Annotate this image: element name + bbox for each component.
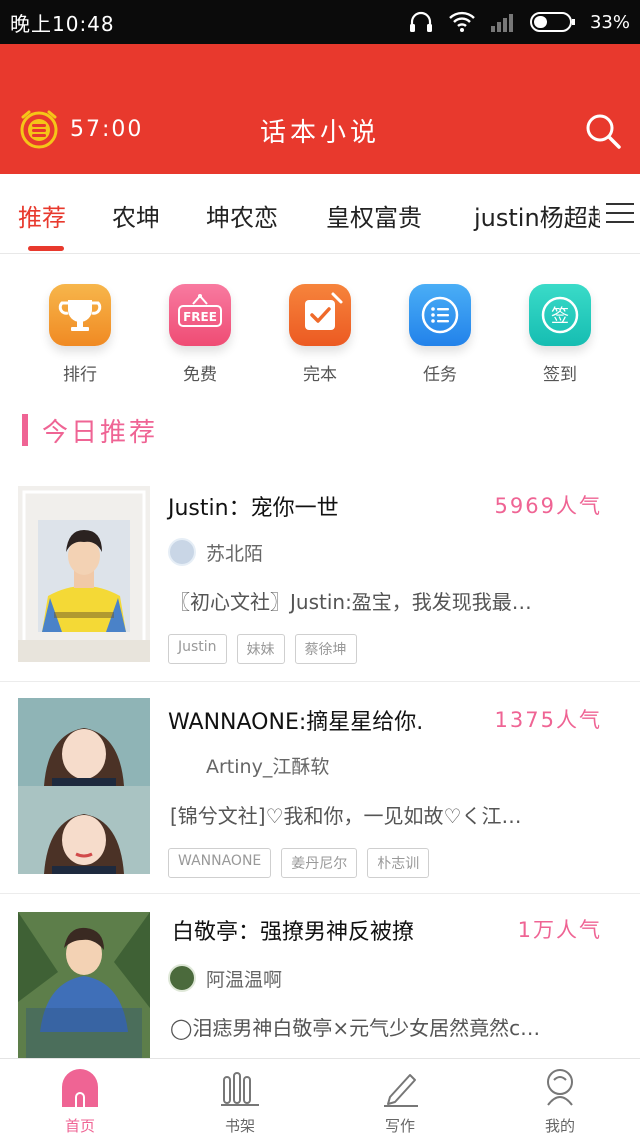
tab-recommend[interactable]: 推荐 — [18, 198, 66, 233]
book-title: 白敬亭：强撩男神反被撩 — [172, 920, 415, 945]
book-title: WANNAONE:摘星星给你. — [168, 710, 424, 735]
home-icon — [60, 1067, 100, 1107]
book-list-item[interactable]: WANNAONE:摘星星给你. 1375人气 Artiny_江酥软 [锦兮文社]… — [0, 682, 640, 894]
quick-link-label: 签到 — [543, 365, 577, 385]
nav-label: 书架 — [224, 1117, 255, 1135]
free-badge-text: FREE — [183, 310, 217, 324]
author-name: 阿温温啊 — [206, 968, 283, 991]
book-tags: WANNAONE 姜丹尼尔 朴志训 — [168, 848, 430, 878]
quick-link-completed[interactable]: 完本 — [280, 284, 360, 385]
book-popularity: 1375人气 — [494, 708, 602, 732]
book-author[interactable]: 阿温温啊 — [168, 964, 282, 992]
book-tag[interactable]: WANNAONE — [168, 848, 272, 878]
book-popularity: 1万人气 — [517, 918, 602, 942]
checkmark-icon — [289, 284, 351, 346]
book-title: Justin：宠你一世 — [168, 496, 339, 521]
book-list-item[interactable]: 白敬亭：强撩男神反被撩 1万人气 阿温温啊 ◯泪痣男神白敬亭×元气少女居然竟然c… — [0, 894, 640, 1058]
book-author[interactable]: Artiny_江酥软 — [206, 752, 329, 779]
status-icons: 33% — [408, 9, 630, 35]
book-list-item[interactable]: Justin：宠你一世 5969人气 苏北陌 〖初心文社〗Justin:盈宝，我… — [0, 474, 640, 682]
book-tags: Justin 妹妹 蔡徐坤 — [168, 634, 357, 664]
active-tab-indicator — [28, 246, 64, 251]
battery-percent: 33% — [589, 11, 630, 33]
book-cover[interactable] — [18, 698, 150, 874]
bottom-navigation: 首页 书架 写作 我的 — [0, 1058, 640, 1138]
book-tag[interactable]: 朴志训 — [367, 848, 430, 878]
status-time: 晚上10:48 — [10, 12, 115, 36]
battery-icon — [529, 12, 575, 32]
wifi-icon — [449, 11, 475, 32]
book-tag[interactable]: 蔡徐坤 — [294, 634, 357, 664]
book-cover[interactable] — [18, 486, 150, 662]
status-bar: 晚上10:48 33% — [0, 0, 640, 44]
book-description: ◯泪痣男神白敬亭×元气少女居然竟然c… — [170, 1016, 541, 1040]
profile-icon — [540, 1067, 580, 1107]
book-tag[interactable]: 姜丹尼尔 — [281, 848, 358, 878]
headset-icon — [409, 11, 432, 32]
quick-link-label: 排行 — [63, 365, 97, 385]
nav-label: 我的 — [544, 1117, 575, 1135]
app-title: 话本小说 — [259, 118, 380, 148]
menu-icon[interactable] — [600, 196, 640, 230]
nav-write[interactable]: 写作 — [350, 1067, 450, 1136]
author-avatar — [168, 964, 196, 992]
book-author[interactable]: 苏北陌 — [168, 538, 263, 566]
author-name: Artiny_江酥软 — [206, 756, 330, 778]
tab-justin-yangchaoyue[interactable]: justin杨超越 — [474, 198, 612, 233]
quick-link-signin[interactable]: 签 签到 — [520, 284, 600, 385]
book-description: 〖初心文社〗Justin:盈宝，我发现我最… — [170, 590, 532, 614]
tab-kunnonglian[interactable]: 坤农恋 — [206, 198, 278, 233]
category-tabs: 推荐 农坤 坤农恋 皇权富贵 justin杨超越 — [0, 174, 640, 254]
book-description: [锦兮文社]♡我和你，一见如故♡く江… — [170, 804, 522, 828]
book-cover[interactable] — [18, 912, 150, 1058]
section-accent-bar — [22, 414, 28, 446]
quick-link-label: 完本 — [303, 365, 337, 385]
nav-label: 首页 — [64, 1117, 95, 1135]
section-title-text: 今日推荐 — [42, 417, 159, 448]
list-icon — [409, 284, 471, 346]
trophy-icon — [49, 284, 111, 346]
book-tag[interactable]: Justin — [168, 634, 227, 664]
sign-in-badge-text: 签 — [551, 306, 569, 327]
bookshelf-icon — [220, 1067, 260, 1107]
quick-links: 排行 FREE 免费 完本 任务 签 签到 — [0, 284, 640, 385]
quick-link-tasks[interactable]: 任务 — [400, 284, 480, 385]
nav-home[interactable]: 首页 — [30, 1067, 130, 1136]
app-header: 57:00 话本小说 — [0, 44, 640, 174]
nav-profile[interactable]: 我的 — [510, 1067, 610, 1136]
sign-in-icon: 签 — [529, 284, 591, 346]
pen-icon — [380, 1067, 420, 1107]
search-icon[interactable] — [584, 112, 622, 150]
free-tag-icon: FREE — [169, 284, 231, 346]
quick-link-ranking[interactable]: 排行 — [40, 284, 120, 385]
quick-link-label: 任务 — [423, 365, 457, 385]
tab-nongkun[interactable]: 农坤 — [112, 198, 160, 233]
quick-link-free[interactable]: FREE 免费 — [160, 284, 240, 385]
author-avatar — [168, 538, 196, 566]
book-tag[interactable]: 妹妹 — [236, 634, 285, 664]
quick-link-label: 免费 — [183, 365, 217, 385]
section-title: 今日推荐 — [22, 412, 158, 448]
nav-bookshelf[interactable]: 书架 — [190, 1067, 290, 1136]
nav-label: 写作 — [384, 1117, 415, 1135]
signal-icon — [490, 14, 513, 32]
author-name: 苏北陌 — [206, 542, 264, 565]
book-popularity: 5969人气 — [494, 494, 602, 518]
tab-huangquanfugui[interactable]: 皇权富贵 — [326, 198, 422, 233]
